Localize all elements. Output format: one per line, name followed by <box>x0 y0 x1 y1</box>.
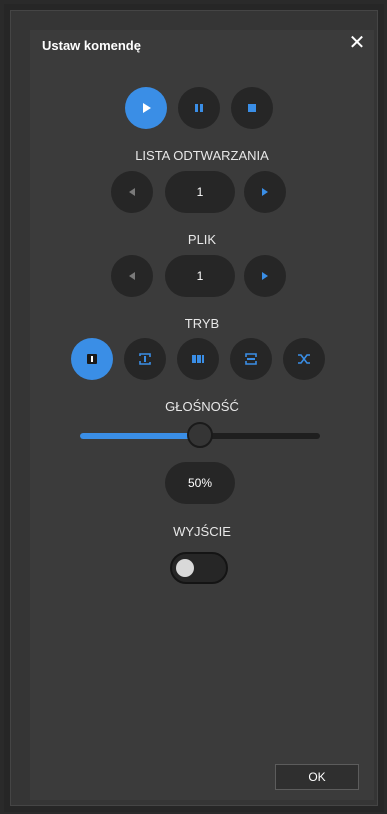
mode-repeat-one-button[interactable] <box>124 338 166 380</box>
play-button[interactable] <box>125 87 167 129</box>
dialog-title: Ustaw komendę <box>42 38 141 53</box>
pause-button[interactable] <box>178 87 220 129</box>
volume-slider-fill <box>80 433 200 439</box>
output-toggle[interactable] <box>170 552 228 584</box>
mode-repeat-all-button[interactable] <box>230 338 272 380</box>
arrow-right-icon <box>262 188 268 196</box>
output-toggle-knob <box>176 559 194 577</box>
play-all-icon <box>192 355 204 363</box>
playlist-label: LISTA ODTWARZANIA <box>135 148 269 163</box>
ok-button[interactable]: OK <box>275 764 359 790</box>
volume-slider-thumb[interactable] <box>187 422 213 448</box>
stop-icon <box>248 104 256 112</box>
arrow-left-icon <box>129 272 135 280</box>
playlist-value: 1 <box>165 171 235 213</box>
playlist-next-button[interactable] <box>244 171 286 213</box>
file-prev-button[interactable] <box>111 255 153 297</box>
mode-shuffle-button[interactable] <box>283 338 325 380</box>
arrow-left-icon <box>129 188 135 196</box>
mode-label: TRYB <box>184 316 220 331</box>
repeat-one-icon <box>139 353 151 365</box>
play-icon <box>143 103 151 113</box>
shuffle-icon <box>298 354 310 364</box>
repeat-all-icon <box>245 353 257 365</box>
stop-button[interactable] <box>231 87 273 129</box>
set-command-dialog: Ustaw komendę ✕ LISTA ODTWARZANIA 1 PLIK <box>30 30 374 800</box>
pause-icon <box>195 104 203 112</box>
file-next-button[interactable] <box>244 255 286 297</box>
volume-label: GŁOŚNOŚĆ <box>165 399 239 414</box>
volume-slider[interactable] <box>80 422 320 448</box>
mode-play-all-button[interactable] <box>177 338 219 380</box>
file-label: PLIK <box>187 232 217 247</box>
play-once-icon <box>87 354 97 364</box>
file-value: 1 <box>165 255 235 297</box>
arrow-right-icon <box>262 272 268 280</box>
output-label: WYJŚCIE <box>173 524 231 539</box>
close-icon[interactable]: ✕ <box>346 32 368 54</box>
mode-play-once-button[interactable] <box>71 338 113 380</box>
playlist-prev-button[interactable] <box>111 171 153 213</box>
volume-value: 50% <box>165 462 235 504</box>
